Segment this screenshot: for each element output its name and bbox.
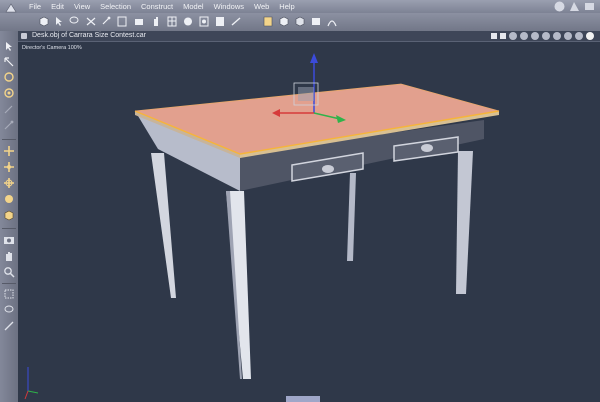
lasso-icon[interactable] [68, 15, 80, 28]
layout-icon[interactable] [500, 33, 506, 39]
hand-icon[interactable] [150, 15, 162, 28]
menu-model[interactable]: Model [178, 1, 208, 12]
zoom-icon[interactable] [3, 266, 15, 278]
select-arrow-icon[interactable] [3, 40, 15, 52]
camera-icon[interactable] [133, 15, 145, 28]
desk-model[interactable] [18, 41, 600, 402]
pen-icon[interactable] [214, 15, 226, 28]
camera-pan-icon[interactable] [520, 32, 528, 40]
camera-dolly-icon[interactable] [509, 32, 517, 40]
menu-construct[interactable]: Construct [136, 1, 178, 12]
camera-track-icon[interactable] [542, 32, 550, 40]
menu-edit[interactable]: Edit [46, 1, 69, 12]
pen-tool-icon[interactable] [3, 103, 15, 115]
move-3d-icon[interactable] [3, 161, 15, 173]
light-icon[interactable] [198, 15, 210, 28]
cube-icon[interactable] [38, 15, 50, 28]
assemble-room-icon[interactable] [553, 0, 566, 13]
move-planar-icon[interactable] [3, 145, 15, 157]
viewport-menu-icon[interactable] [21, 33, 27, 39]
scissors-icon[interactable] [85, 15, 97, 28]
3d-viewport[interactable]: Desk.obj of Carrara Size Contest.car Dir… [18, 31, 600, 402]
grid-icon[interactable] [166, 15, 178, 28]
sculpt-icon[interactable] [310, 15, 322, 28]
app-logo-icon [4, 1, 18, 13]
status-indicator [286, 396, 320, 402]
path-icon[interactable] [326, 15, 338, 28]
drawer-knob-left [322, 165, 334, 173]
menu-help[interactable]: Help [274, 1, 299, 12]
arrow-icon[interactable] [53, 15, 65, 28]
box-icon[interactable] [230, 15, 242, 28]
lighting-icon[interactable] [575, 32, 583, 40]
menu-bar: File Edit View Selection Construct Model… [0, 0, 600, 14]
camera-orbit-icon[interactable] [531, 32, 539, 40]
scale-icon[interactable] [3, 87, 15, 99]
tool-palette [0, 31, 19, 402]
divider [2, 283, 16, 284]
room-switcher [553, 0, 596, 13]
rect-select-icon[interactable] [3, 288, 15, 300]
scale-3d-icon[interactable] [3, 193, 15, 205]
toolbar [0, 13, 600, 32]
menu-web[interactable]: Web [249, 1, 274, 12]
main-menu: File Edit View Selection Construct Model… [24, 1, 300, 12]
move-icon[interactable] [3, 56, 15, 68]
shading-icon[interactable] [564, 32, 572, 40]
wireframe-icon[interactable] [491, 33, 497, 39]
menu-file[interactable]: File [24, 1, 46, 12]
drawer-knob-right [421, 144, 433, 152]
lasso-icon[interactable] [3, 304, 15, 316]
sphere-preview-icon[interactable] [586, 32, 594, 40]
box-tool-icon[interactable] [3, 209, 15, 221]
desk-leg-back-center [347, 173, 356, 261]
desk-leg-front-left [151, 153, 176, 298]
desk-leg-back-right [456, 151, 473, 294]
viewport-title: Desk.obj of Carrara Size Contest.car [32, 32, 146, 39]
cube-outline-icon[interactable] [116, 15, 128, 28]
rotate-3d-icon[interactable] [3, 177, 15, 189]
menu-view[interactable]: View [69, 1, 95, 12]
camera-icon[interactable] [3, 234, 15, 246]
rotate-icon[interactable] [100, 15, 112, 28]
viewport-controls [491, 32, 594, 40]
divider [2, 228, 16, 229]
rotate-icon[interactable] [3, 71, 15, 83]
hand-icon[interactable] [3, 250, 15, 262]
divider [2, 139, 16, 140]
axis-indicator [24, 367, 39, 400]
render-room-icon[interactable] [583, 0, 596, 13]
menu-windows[interactable]: Windows [209, 1, 249, 12]
knife-icon[interactable] [3, 320, 15, 332]
morph-icon[interactable] [278, 15, 290, 28]
shader-icon[interactable] [262, 15, 274, 28]
storyboard-room-icon[interactable] [568, 0, 581, 13]
render-mode-icon[interactable] [553, 32, 561, 40]
menu-selection[interactable]: Selection [95, 1, 136, 12]
magic-wand-icon[interactable] [3, 119, 15, 131]
render-icon[interactable] [182, 15, 194, 28]
box-icon-2[interactable] [294, 15, 306, 28]
